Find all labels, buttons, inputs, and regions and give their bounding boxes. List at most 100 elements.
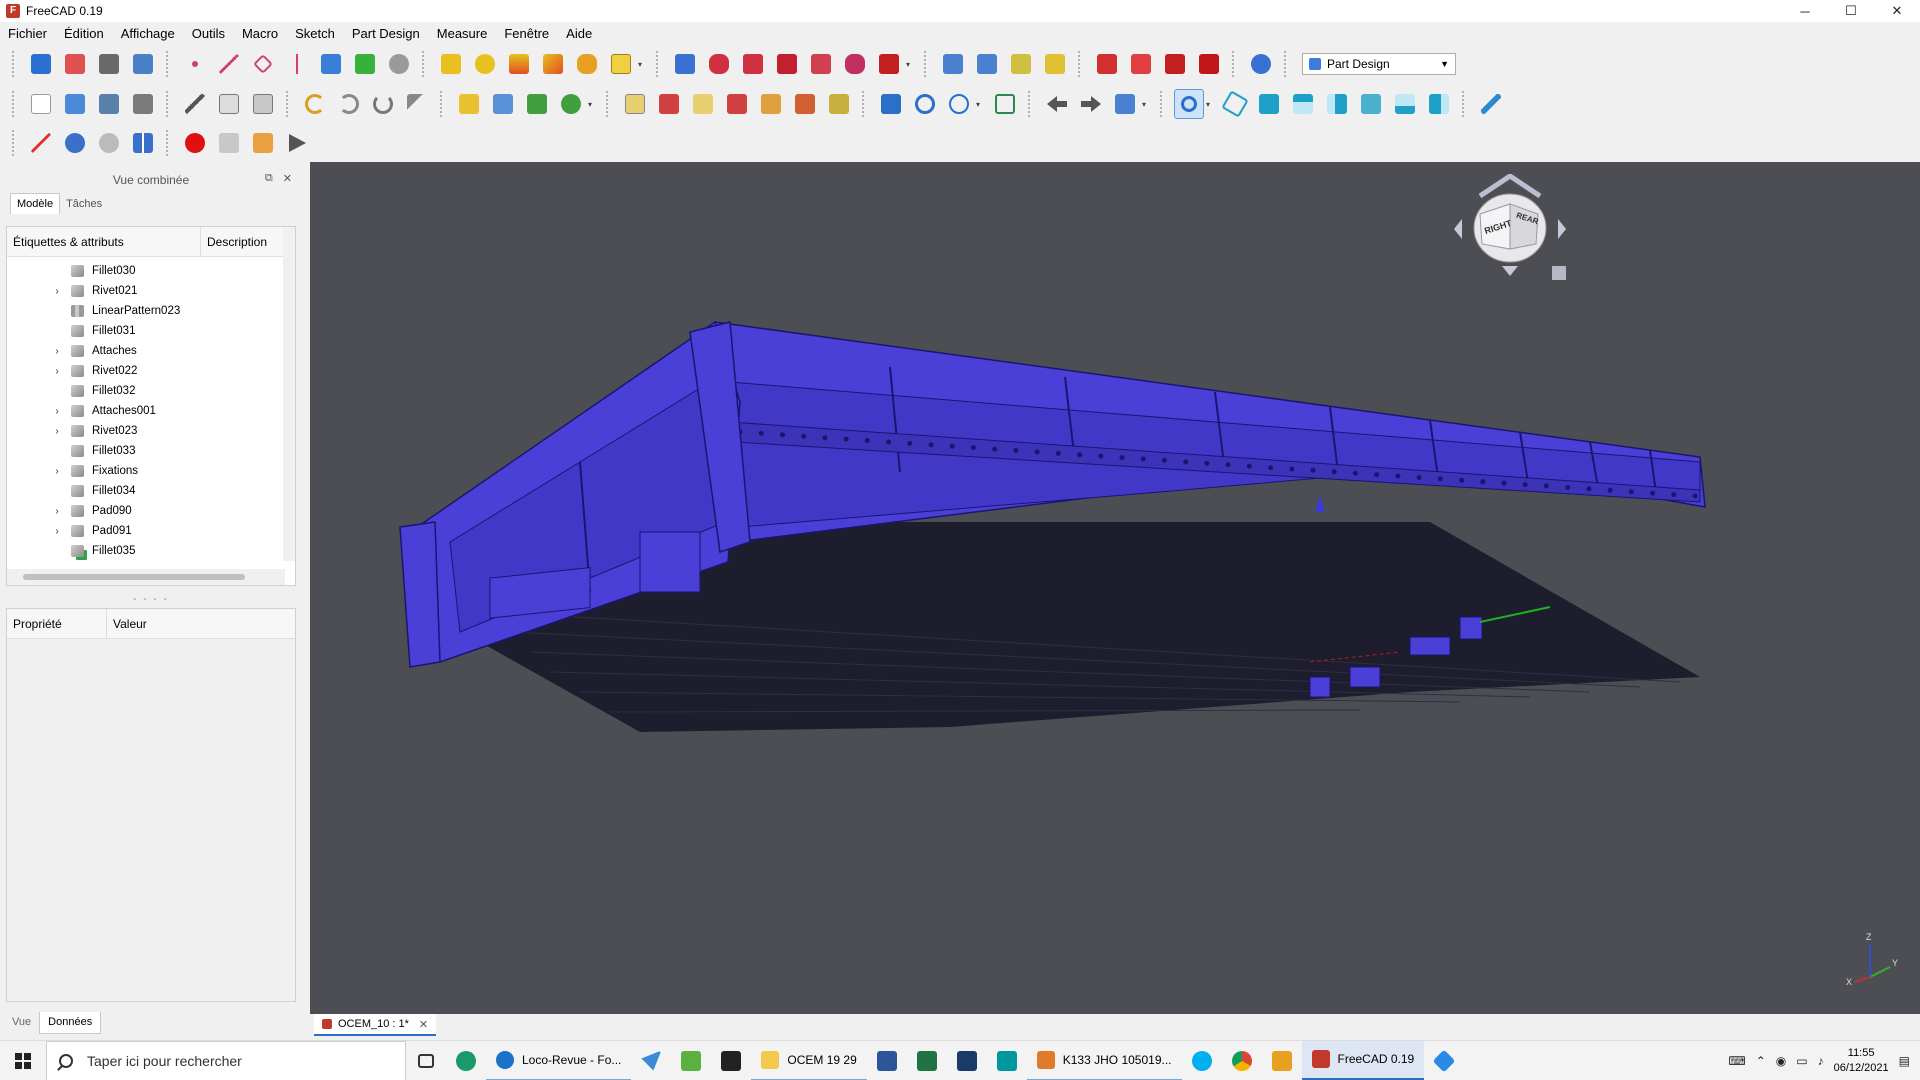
groove-button[interactable] — [738, 49, 768, 79]
view-isometric-button[interactable] — [1220, 89, 1250, 119]
pipe-button[interactable] — [538, 49, 568, 79]
menu-sketch[interactable]: Sketch — [295, 26, 344, 41]
pocket-button[interactable] — [670, 49, 700, 79]
macro-run-button[interactable] — [282, 128, 312, 158]
task-view-button[interactable] — [406, 1041, 446, 1080]
additive-primitive-dropdown[interactable]: ▾ — [638, 60, 646, 69]
revolution-button[interactable] — [470, 49, 500, 79]
chevron-up-icon[interactable]: ⌃ — [1756, 1054, 1766, 1068]
toolbar-grip[interactable] — [656, 51, 662, 77]
taskbar-app-chrome[interactable] — [1222, 1041, 1262, 1080]
navcube-menu-icon[interactable] — [1552, 266, 1566, 280]
redo-button[interactable] — [334, 89, 364, 119]
print-button[interactable] — [128, 89, 158, 119]
part-boolean-button[interactable] — [60, 128, 90, 158]
toolbar-grip[interactable] — [924, 51, 930, 77]
taskbar-app-explorer[interactable]: OCEM 19 29 — [751, 1041, 867, 1080]
workbench-selector[interactable]: Part Design ▼ — [1302, 53, 1456, 75]
view-right-button[interactable] — [1322, 89, 1352, 119]
forward-button[interactable] — [1076, 89, 1106, 119]
tree-item[interactable]: › Rivet022 — [7, 361, 285, 381]
mirrored-button[interactable] — [938, 49, 968, 79]
network-icon[interactable]: ▭ — [1796, 1054, 1807, 1068]
fillet-button[interactable] — [1092, 49, 1122, 79]
view-top-button[interactable] — [1288, 89, 1318, 119]
maximize-button[interactable]: ☐ — [1828, 0, 1874, 22]
helix-button[interactable] — [572, 49, 602, 79]
taskbar-app-word[interactable] — [867, 1041, 907, 1080]
subtractive-pipe-button[interactable] — [806, 49, 836, 79]
loft-button[interactable] — [504, 49, 534, 79]
tree-item[interactable]: › Attaches001 — [7, 401, 285, 421]
measure-button[interactable] — [1476, 89, 1506, 119]
clone-body-button[interactable] — [384, 49, 414, 79]
plane-button[interactable] — [248, 49, 278, 79]
tree-item[interactable]: › Rivet023 — [7, 421, 285, 441]
notifications-icon[interactable]: ▤ — [1899, 1054, 1910, 1068]
macro-edit-button[interactable] — [248, 128, 278, 158]
hole-button[interactable] — [704, 49, 734, 79]
view-left-button[interactable] — [1424, 89, 1454, 119]
toolbar-grip[interactable] — [606, 91, 612, 117]
toolbar-grip[interactable] — [166, 51, 172, 77]
create-part-button[interactable] — [60, 49, 90, 79]
sketch-validate-button[interactable] — [722, 89, 752, 119]
volume-icon[interactable]: ♪ — [1818, 1054, 1824, 1068]
tree-item[interactable]: Fillet035 — [7, 541, 285, 561]
tree-item[interactable]: Fillet034 — [7, 481, 285, 501]
taskbar-app-arduino[interactable] — [987, 1041, 1027, 1080]
view-rear-button[interactable] — [1356, 89, 1386, 119]
save-button[interactable] — [94, 89, 124, 119]
taskbar-app-edge[interactable]: Loco-Revue - Fo... — [486, 1041, 632, 1080]
toolbar-grip[interactable] — [1284, 51, 1290, 77]
macro-stop-button[interactable] — [214, 128, 244, 158]
expand-arrow-icon[interactable]: › — [51, 286, 63, 297]
menu-part-design[interactable]: Part Design — [352, 26, 429, 41]
copy-button[interactable] — [214, 89, 244, 119]
polar-pattern-button[interactable] — [1006, 49, 1036, 79]
std-views-button[interactable] — [1110, 89, 1140, 119]
box-zoom-button[interactable] — [1174, 89, 1204, 119]
linear-pattern-button[interactable] — [972, 49, 1002, 79]
thickness-button[interactable] — [1194, 49, 1224, 79]
refresh-button[interactable] — [368, 89, 398, 119]
menu-affichage[interactable]: Affichage — [121, 26, 184, 41]
sketch-attach-button[interactable] — [824, 89, 854, 119]
menu-fichier[interactable]: Fichier — [8, 26, 56, 41]
view-bottom-button[interactable] — [1390, 89, 1420, 119]
pad-button[interactable] — [436, 49, 466, 79]
paste-button[interactable] — [248, 89, 278, 119]
toolbar-grip[interactable] — [166, 130, 172, 156]
toolbar-grip[interactable] — [12, 130, 18, 156]
tree-item[interactable]: Fillet030 — [7, 261, 285, 281]
expand-arrow-icon[interactable]: › — [51, 346, 63, 357]
tree-item[interactable]: › Fixations — [7, 461, 285, 481]
toolbar-grip[interactable] — [1078, 51, 1084, 77]
tab-vue[interactable]: Vue — [4, 1012, 39, 1034]
tree-vertical-scrollbar[interactable] — [283, 227, 295, 561]
menu-macro[interactable]: Macro — [242, 26, 287, 41]
draft-button[interactable] — [1160, 49, 1190, 79]
taskbar-app-7zip[interactable] — [711, 1041, 751, 1080]
toolbar-grip[interactable] — [1028, 91, 1034, 117]
clock[interactable]: 11:55 06/12/2021 — [1834, 1046, 1889, 1076]
clone-button[interactable] — [128, 49, 158, 79]
zoom-button[interactable] — [910, 89, 940, 119]
shape-binder-button[interactable] — [316, 49, 346, 79]
toolbar-grip[interactable] — [166, 91, 172, 117]
whats-this-button[interactable] — [402, 89, 432, 119]
tree-item[interactable]: Fillet032 — [7, 381, 285, 401]
navigation-cube[interactable]: RIGHT REAR — [1450, 172, 1570, 294]
3d-viewport[interactable]: RIGHT REAR X Y Z — [310, 162, 1920, 1014]
toolbar-grip[interactable] — [1232, 51, 1238, 77]
toolbar-grip[interactable] — [862, 91, 868, 117]
close-tab-icon[interactable]: ✕ — [419, 1018, 428, 1031]
tab-donnees[interactable]: Données — [39, 1012, 102, 1034]
subtractive-primitive-dropdown[interactable]: ▾ — [906, 60, 914, 69]
toolbar-grip[interactable] — [286, 91, 292, 117]
chamfer-button[interactable] — [1126, 49, 1156, 79]
minimize-button[interactable]: ─ — [1782, 0, 1828, 22]
tab-modele[interactable]: Modèle — [10, 193, 61, 214]
tree-item[interactable]: › Attaches — [7, 341, 285, 361]
tab-taches[interactable]: Tâches — [60, 194, 108, 214]
